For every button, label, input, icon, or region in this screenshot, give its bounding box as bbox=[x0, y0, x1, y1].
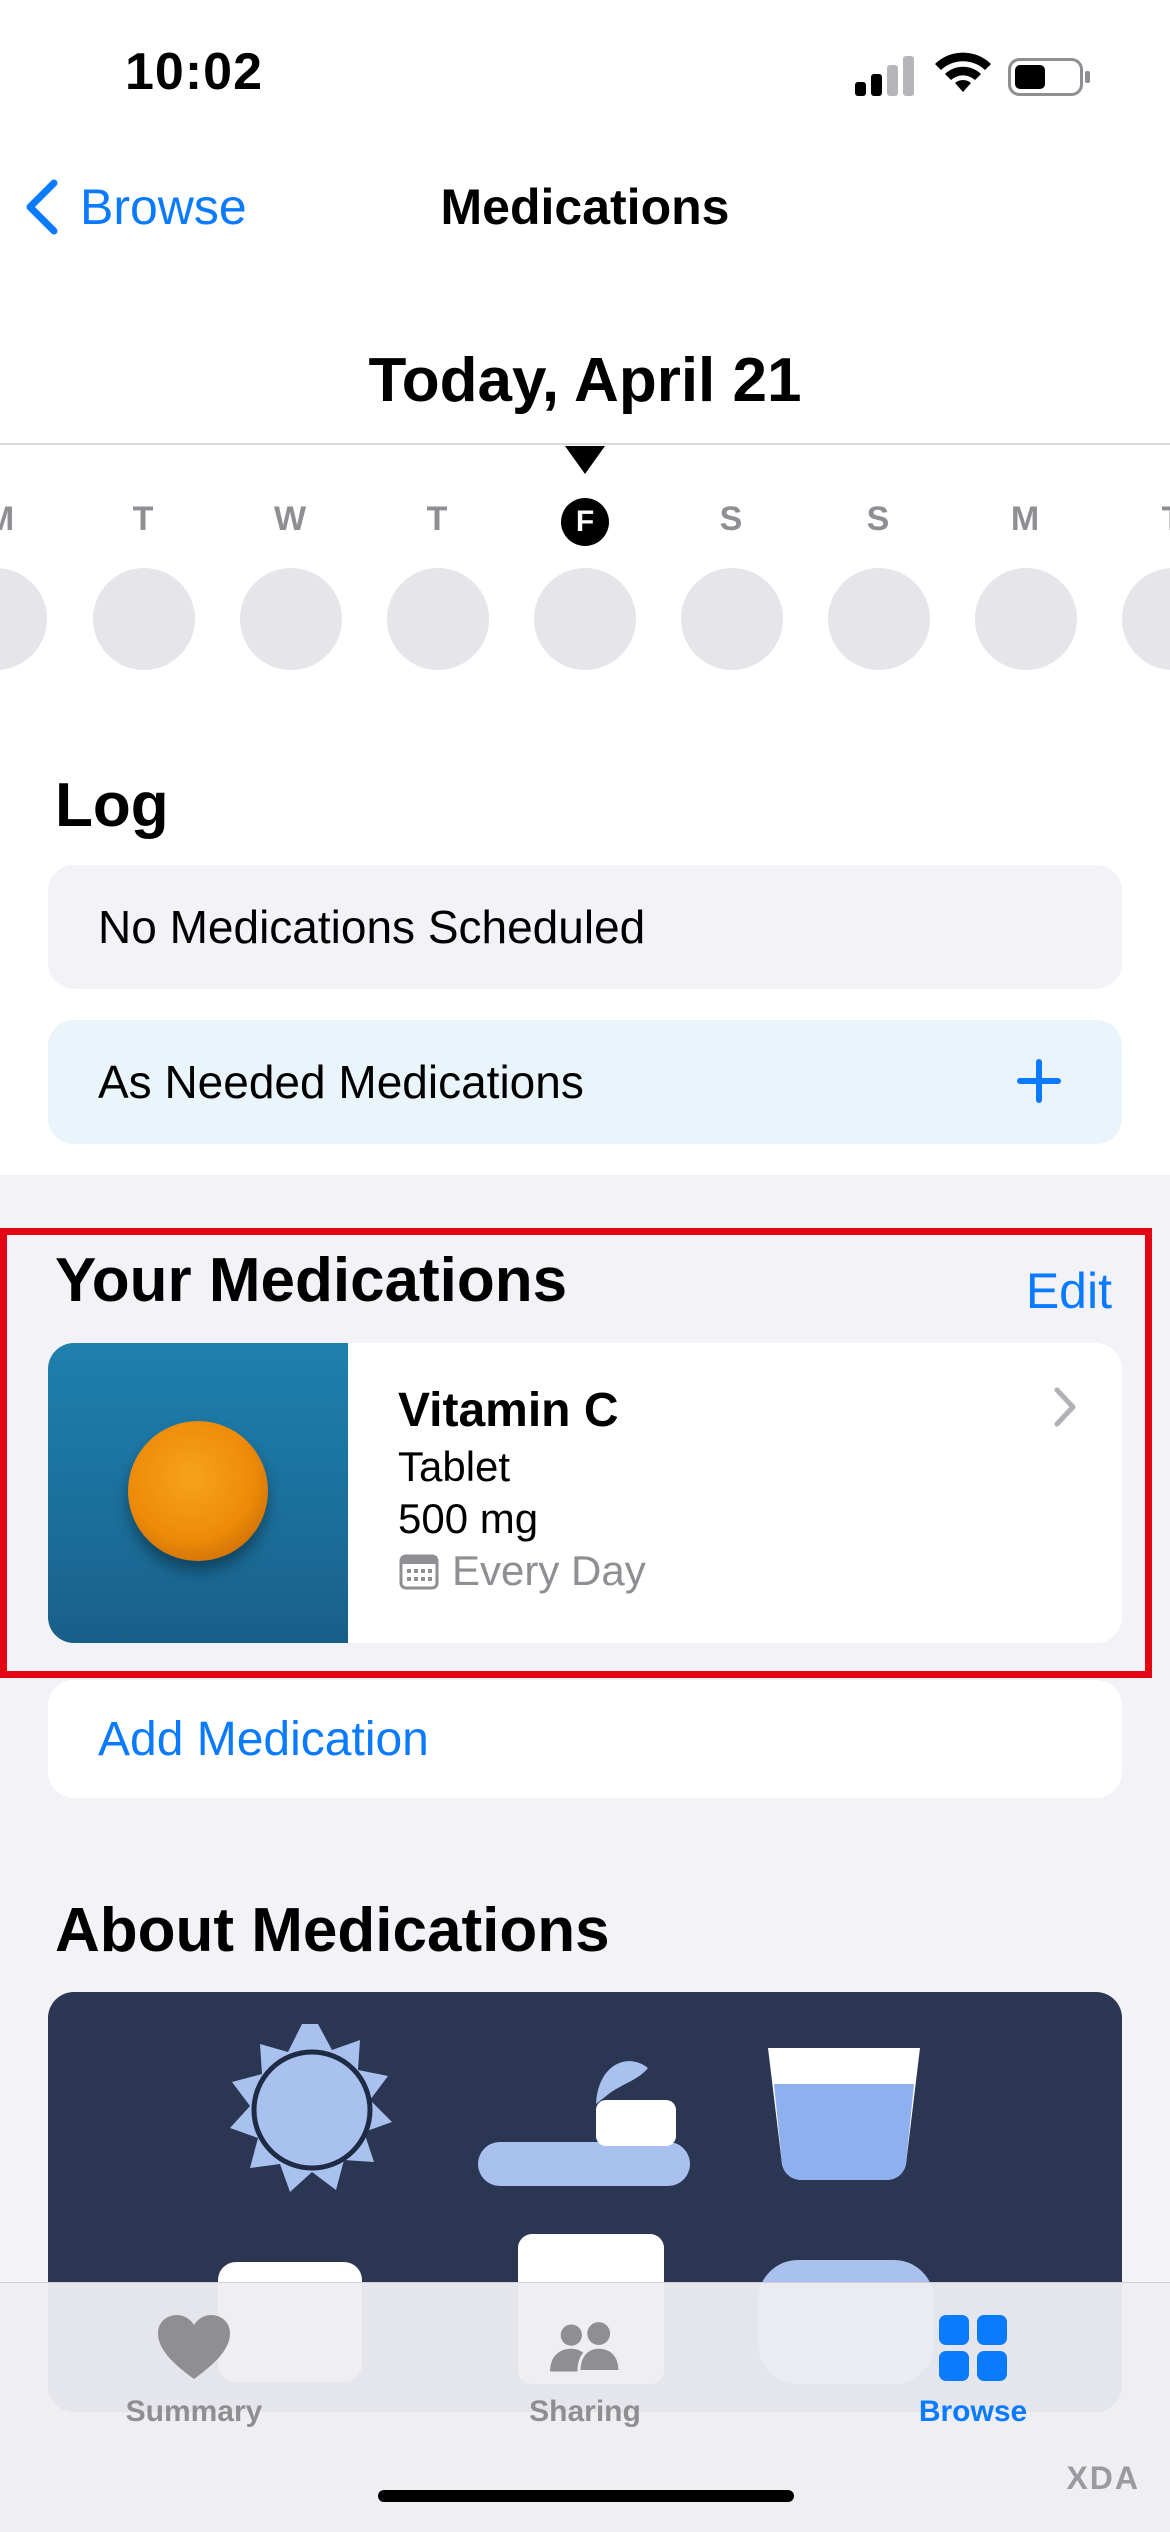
day-circle[interactable] bbox=[975, 568, 1077, 670]
add-medication-label: Add Medication bbox=[98, 1712, 429, 1766]
day-label: S bbox=[866, 500, 890, 538]
status-time: 10:02 bbox=[125, 43, 263, 101]
glass-icon bbox=[768, 2048, 920, 2180]
medication-dose: 500 mg bbox=[398, 1495, 539, 1542]
date-title: Today, April 21 bbox=[368, 346, 802, 415]
day-circle[interactable] bbox=[93, 568, 195, 670]
tab-browse[interactable]: Browse bbox=[853, 2303, 1093, 2429]
day-label: W bbox=[273, 500, 307, 538]
day-label: T bbox=[1132, 500, 1170, 539]
current-day-marker bbox=[565, 446, 605, 474]
home-indicator[interactable] bbox=[378, 2490, 794, 2502]
day-label: M bbox=[0, 500, 40, 539]
medication-card[interactable]: Vitamin C Tablet 500 mg Every Day bbox=[48, 1343, 1122, 1643]
pill-image bbox=[128, 1421, 268, 1561]
day-circle[interactable] bbox=[240, 568, 342, 670]
your-medications-header: Your Medications bbox=[55, 1246, 568, 1315]
heart-icon bbox=[158, 2315, 230, 2379]
medication-schedule-text: Every Day bbox=[452, 1547, 646, 1594]
sun-icon bbox=[230, 2024, 392, 2192]
chevron-right-icon bbox=[1054, 1387, 1076, 1427]
tab-summary[interactable]: Summary bbox=[74, 2303, 314, 2429]
tab-sharing[interactable]: Sharing bbox=[465, 2303, 705, 2429]
date-divider bbox=[0, 443, 1170, 445]
day-label: M bbox=[1010, 500, 1040, 538]
tab-sharing-label: Sharing bbox=[529, 2395, 641, 2428]
day-circle[interactable] bbox=[828, 568, 930, 670]
medication-form: Tablet bbox=[398, 1443, 511, 1490]
battery-icon bbox=[1008, 58, 1090, 96]
day-label: S bbox=[719, 500, 743, 538]
grid-icon bbox=[939, 2315, 1007, 2381]
calendar-icon bbox=[399, 1554, 439, 1590]
day-circle-selected[interactable] bbox=[534, 568, 636, 670]
log-header: Log bbox=[55, 771, 169, 840]
tab-summary-label: Summary bbox=[125, 2395, 263, 2428]
scheduled-medications-row: No Medications Scheduled bbox=[48, 865, 1122, 989]
medication-thumbnail bbox=[48, 1343, 348, 1643]
medication-schedule: Every Day bbox=[398, 1547, 646, 1595]
day-circle[interactable] bbox=[681, 568, 783, 670]
day-label: T bbox=[132, 500, 154, 538]
as-needed-medications-row[interactable]: As Needed Medications bbox=[48, 1020, 1122, 1144]
tab-browse-label: Browse bbox=[918, 2395, 1028, 2428]
about-medications-header: About Medications bbox=[55, 1896, 610, 1965]
wifi-icon bbox=[935, 52, 991, 92]
add-medication-button[interactable]: Add Medication bbox=[48, 1680, 1122, 1798]
day-label-selected: F bbox=[561, 498, 609, 546]
cellular-signal-icon bbox=[855, 56, 914, 96]
people-icon bbox=[550, 2322, 622, 2374]
page-title: Medications bbox=[440, 179, 730, 235]
medication-name: Vitamin C bbox=[398, 1384, 619, 1437]
day-circle[interactable] bbox=[387, 568, 489, 670]
xda-watermark: XDA bbox=[1066, 2460, 1140, 2496]
day-label: T bbox=[426, 500, 448, 538]
scheduled-medications-text: No Medications Scheduled bbox=[98, 901, 646, 953]
toothbrush-icon bbox=[478, 2061, 690, 2186]
edit-button[interactable]: Edit bbox=[1026, 1262, 1112, 1320]
plus-icon[interactable] bbox=[1016, 1058, 1062, 1104]
as-needed-medications-text: As Needed Medications bbox=[98, 1056, 584, 1108]
